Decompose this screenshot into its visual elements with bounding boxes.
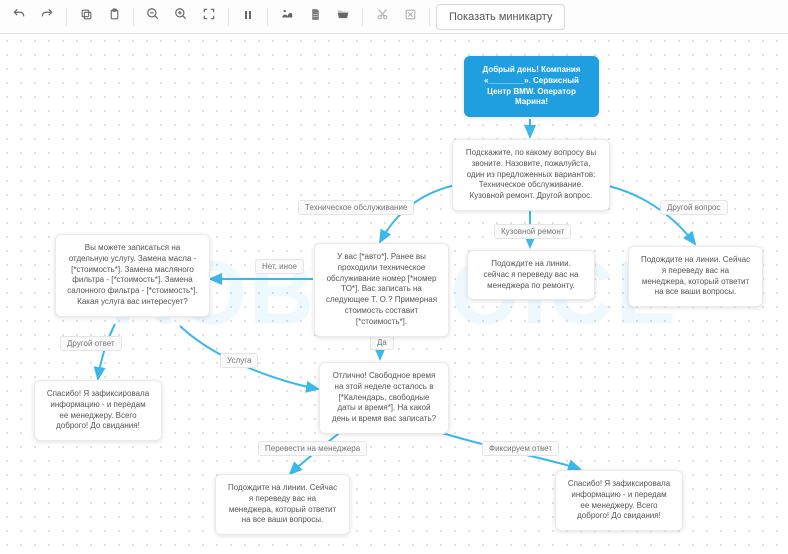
separator xyxy=(66,8,67,26)
toggle-minimap-button[interactable]: Показать миникарту xyxy=(436,4,565,30)
node-body[interactable]: Подождите на линии. сейчас я переведу ва… xyxy=(467,250,595,300)
cut-button[interactable] xyxy=(369,4,395,30)
separator xyxy=(133,8,134,26)
node-sched[interactable]: Отлично! Свободное время на этой неделе … xyxy=(319,362,449,434)
node-no-other[interactable]: Вы можете записаться на отдельную услугу… xyxy=(55,234,210,317)
image-icon xyxy=(280,7,294,26)
document-icon xyxy=(309,8,322,26)
edge-label-yes: Да xyxy=(370,335,394,350)
node-start[interactable]: Добрый день! Компания «________». Сервис… xyxy=(464,56,599,117)
zoom-out-button[interactable] xyxy=(140,4,166,30)
cut-icon xyxy=(376,8,389,26)
copy-button[interactable] xyxy=(73,4,99,30)
separator xyxy=(267,8,268,26)
fit-screen-button[interactable] xyxy=(196,4,222,30)
undo-icon xyxy=(12,7,26,26)
node-tech[interactable]: У вас [*авто*]. Ранее вы проходили техни… xyxy=(314,243,449,337)
fit-screen-icon xyxy=(202,7,216,26)
separator xyxy=(228,8,229,26)
edge-label-fix: Фиксируем ответ xyxy=(482,441,559,456)
delete-icon xyxy=(404,8,417,26)
export-doc-button[interactable] xyxy=(302,4,328,30)
toolbar: Показать миникарту xyxy=(0,0,788,34)
undo-button[interactable] xyxy=(6,4,32,30)
separator xyxy=(362,8,363,26)
pause-icon xyxy=(242,8,254,26)
edge-label-no: Нет, иное xyxy=(255,259,304,274)
edge-label-other: Другой вопрос xyxy=(660,200,728,215)
node-ask[interactable]: Подскажите, по какому вопросу вы звоните… xyxy=(452,139,610,211)
node-thanks1[interactable]: Спасибо! Я зафиксировала информацию - и … xyxy=(34,380,162,441)
pause-button[interactable] xyxy=(235,4,261,30)
redo-button[interactable] xyxy=(34,4,60,30)
canvas[interactable]: ROBOVOICE Техническое обслуживание Кузов… xyxy=(0,34,788,554)
edge-label-other-ans: Другой ответ xyxy=(60,336,122,351)
zoom-out-icon xyxy=(146,7,160,26)
redo-icon xyxy=(40,7,54,26)
paste-button[interactable] xyxy=(101,4,127,30)
node-thanks2[interactable]: Спасибо! Я зафиксировала информацию - и … xyxy=(555,470,683,531)
edge-label-service: Услуга xyxy=(220,353,258,368)
zoom-in-icon xyxy=(174,7,188,26)
edge-label-body: Кузовной ремонт xyxy=(494,224,571,239)
node-otherq[interactable]: Подождите на линии. Сейчас я переведу ва… xyxy=(628,246,763,307)
edge-label-tech: Техническое обслуживание xyxy=(298,200,414,215)
zoom-in-button[interactable] xyxy=(168,4,194,30)
export-image-button[interactable] xyxy=(274,4,300,30)
edge-label-manager: Перевести на менеджера xyxy=(258,441,367,456)
paste-icon xyxy=(108,8,121,26)
copy-icon xyxy=(80,8,93,26)
delete-button[interactable] xyxy=(397,4,423,30)
open-button[interactable] xyxy=(330,4,356,30)
node-tomgr[interactable]: Подождите на линии. Сейчас я переведу ва… xyxy=(215,474,350,535)
separator xyxy=(429,8,430,26)
folder-open-icon xyxy=(336,7,350,26)
